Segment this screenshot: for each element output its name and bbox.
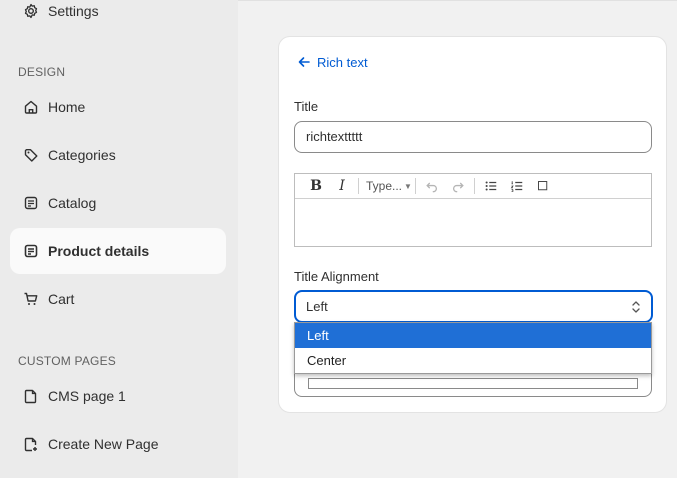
dropdown-option-center[interactable]: Center (295, 348, 651, 373)
sidebar-item-home[interactable]: Home (10, 84, 226, 130)
main-area: Rich text Title richtexttttt B I Type...… (238, 0, 677, 478)
redo-button[interactable] (445, 176, 471, 196)
undo-icon (426, 182, 437, 193)
section-label-custom-pages: CUSTOM PAGES (18, 354, 116, 368)
sidebar-item-catalog[interactable]: Catalog (10, 180, 226, 226)
sidebar-item-label: Cart (48, 291, 75, 307)
sidebar-item-create-new-page[interactable]: Create New Page (10, 421, 226, 467)
bullet-list-button[interactable] (478, 176, 504, 196)
section-label-design: DESIGN (18, 65, 66, 79)
sidebar-item-label: Catalog (48, 195, 97, 211)
editor-toolbar: B I Type... ▼ (295, 174, 651, 199)
sidebar-item-label: CMS page 1 (48, 388, 126, 404)
sidebar-item-label: Categories (48, 147, 116, 163)
page-plus-icon (22, 435, 40, 453)
toolbar-separator (358, 178, 359, 194)
editor-content-area[interactable] (295, 199, 651, 247)
arrow-left-icon (296, 54, 312, 70)
title-alignment-label: Title Alignment (294, 269, 379, 284)
back-link-label: Rich text (317, 54, 368, 70)
title-input[interactable]: richtexttttt (294, 121, 652, 153)
sidebar-item-label: Home (48, 99, 86, 115)
bullet-list-icon (485, 181, 497, 191)
type-select[interactable]: Type... ▼ (362, 179, 412, 193)
numbered-list-button[interactable] (504, 176, 530, 196)
title-alignment-select[interactable]: Left (294, 290, 653, 323)
gear-icon (22, 2, 40, 20)
sidebar-item-label: Product details (48, 243, 150, 259)
chevron-up-down-icon (632, 301, 640, 313)
sidebar-item-product-details[interactable]: Product details (10, 228, 226, 274)
dropdown-option-left[interactable]: Left (295, 323, 651, 348)
sidebar-item-cms-page-1[interactable]: CMS page 1 (10, 373, 226, 419)
sidebar-item-categories[interactable]: Categories (10, 132, 226, 178)
cart-icon (22, 290, 40, 308)
sidebar-item-label: Settings (48, 3, 99, 19)
select-value: Left (306, 299, 328, 314)
page-icon (22, 387, 40, 405)
italic-button[interactable]: I (329, 176, 355, 196)
redo-icon (453, 182, 464, 193)
alignment-dropdown-list: Left Center (294, 322, 652, 374)
sidebar-item-settings[interactable]: Settings (10, 0, 226, 34)
numbered-list-icon (510, 181, 523, 192)
sidebar-item-label: Create New Page (48, 436, 159, 452)
back-link[interactable]: Rich text (296, 54, 368, 70)
sidebar-item-cart[interactable]: Cart (10, 276, 226, 322)
block-button[interactable] (530, 176, 556, 196)
home-icon (22, 98, 40, 116)
divider (238, 0, 677, 1)
list-icon (22, 242, 40, 260)
undo-button[interactable] (419, 176, 445, 196)
type-select-label: Type... (366, 179, 403, 193)
square-icon (538, 181, 548, 191)
list-icon (22, 194, 40, 212)
tag-icon (22, 146, 40, 164)
rich-text-editor: B I Type... ▼ (294, 173, 652, 247)
sidebar: Settings DESIGN Home Categories Catalog … (0, 0, 238, 478)
bold-button[interactable]: B (303, 176, 329, 196)
caret-down-icon: ▼ (404, 181, 412, 191)
title-label: Title (294, 99, 319, 114)
inner-input[interactable] (308, 378, 638, 389)
toolbar-separator (415, 178, 416, 194)
toolbar-separator (474, 178, 475, 194)
